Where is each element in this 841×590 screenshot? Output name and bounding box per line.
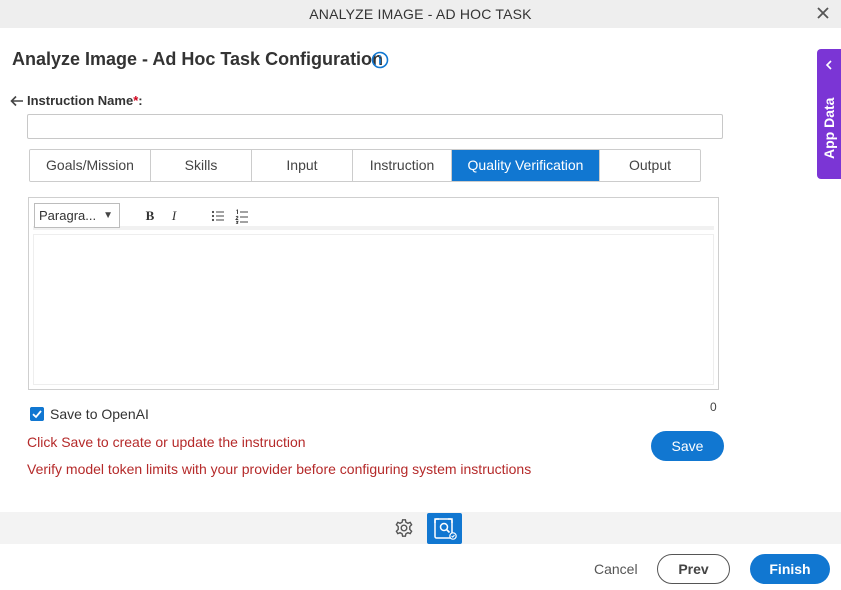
character-count: 0: [710, 400, 717, 414]
editor-content-area[interactable]: [33, 234, 714, 385]
rich-text-editor: Paragra... ▼ B I: [28, 197, 719, 390]
instruction-name-label: Instruction Name*:: [27, 93, 143, 108]
paragraph-format-dropdown[interactable]: Paragra... ▼: [34, 203, 120, 228]
finish-button[interactable]: Finish: [750, 554, 830, 584]
tab-output[interactable]: Output: [600, 150, 700, 181]
page-title: Analyze Image - Ad Hoc Task Configuratio…: [12, 49, 384, 69]
chevron-down-icon: ▼: [103, 210, 113, 221]
bold-button[interactable]: B: [143, 208, 157, 224]
gear-icon[interactable]: [394, 518, 414, 538]
save-to-openai-label: Save to OpenAI: [50, 406, 149, 422]
cancel-button[interactable]: Cancel: [594, 561, 638, 577]
dialog-title: ANALYZE IMAGE - AD HOC TASK: [309, 6, 532, 22]
save-hint-message: Click Save to create or update the instr…: [27, 434, 306, 450]
image-search-icon: [434, 518, 457, 540]
tab-skills[interactable]: Skills: [151, 150, 252, 181]
label-colon: :: [138, 93, 143, 108]
numbered-list-icon[interactable]: [235, 208, 249, 224]
editor-toolbar: Paragra... ▼ B I: [33, 201, 714, 230]
app-data-label: App Data: [821, 97, 837, 159]
instruction-name-input[interactable]: [27, 114, 723, 139]
token-limit-warning: Verify model token limits with your prov…: [27, 461, 532, 477]
bottom-toolbar: [0, 512, 841, 544]
save-button[interactable]: Save: [651, 431, 724, 461]
app-data-panel-toggle[interactable]: App Data: [817, 49, 841, 179]
close-icon[interactable]: [815, 5, 831, 21]
analyze-image-ai-button[interactable]: [427, 513, 462, 544]
instruction-tabs: Goals/Mission Skills Input Instruction Q…: [29, 149, 701, 182]
back-arrow-icon[interactable]: [9, 94, 25, 108]
prev-button[interactable]: Prev: [657, 554, 730, 584]
tab-quality-verification[interactable]: Quality Verification: [452, 150, 600, 181]
dialog-title-bar: ANALYZE IMAGE - AD HOC TASK: [0, 0, 841, 28]
save-to-openai-checkbox[interactable]: [30, 407, 44, 421]
tab-instruction[interactable]: Instruction: [353, 150, 452, 181]
info-icon[interactable]: [371, 51, 389, 69]
italic-button[interactable]: I: [167, 208, 181, 224]
paragraph-format-value: Paragra...: [39, 208, 97, 223]
instruction-name-label-text: Instruction Name: [27, 93, 134, 108]
tab-goals-mission[interactable]: Goals/Mission: [30, 150, 151, 181]
bullet-list-icon[interactable]: [211, 208, 225, 224]
tab-input[interactable]: Input: [252, 150, 353, 181]
